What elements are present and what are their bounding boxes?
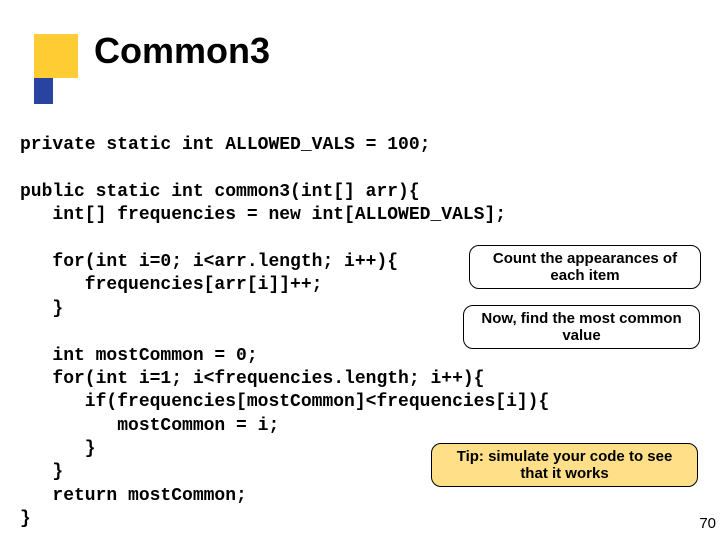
page-number: 70 <box>699 515 716 532</box>
annotation-count-appearances: Count the appearances of each item <box>469 245 701 289</box>
title-accent-square <box>34 34 78 78</box>
annotation-find-common: Now, find the most common value <box>463 305 700 349</box>
title-accent-stripe <box>34 78 53 104</box>
slide-title: Common3 <box>94 30 270 72</box>
annotation-tip: Tip: simulate your code to see that it w… <box>431 443 698 487</box>
